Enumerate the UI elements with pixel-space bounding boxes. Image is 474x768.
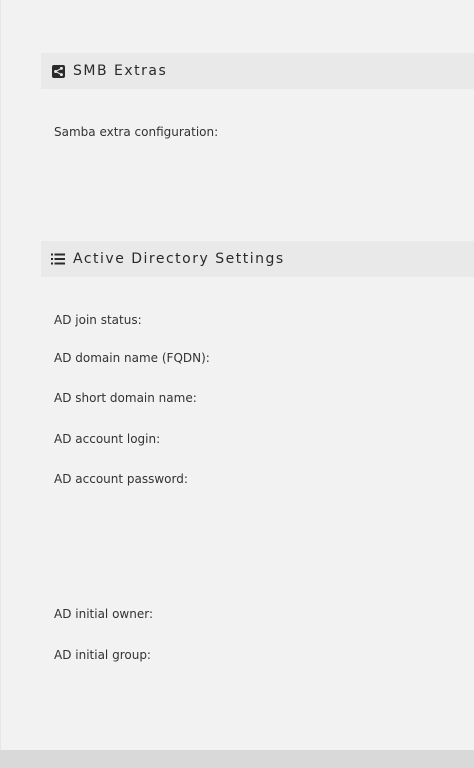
smb-extras-title: SMB Extras xyxy=(73,63,168,79)
ad-settings-title: Active Directory Settings xyxy=(73,251,285,267)
ad-account-password-label: AD account password: xyxy=(54,472,188,486)
ad-initial-owner-label: AD initial owner: xyxy=(54,607,153,621)
share-icon xyxy=(51,64,65,78)
ad-settings-header: Active Directory Settings xyxy=(41,241,474,277)
list-icon xyxy=(51,252,65,266)
ad-join-status-label: AD join status: xyxy=(54,313,142,327)
ad-short-domain-label: AD short domain name: xyxy=(54,391,197,405)
ad-initial-group-label: AD initial group: xyxy=(54,648,151,662)
settings-page: SMB Extras Samba extra configuration: Ac… xyxy=(0,0,474,768)
smb-extras-header: SMB Extras xyxy=(41,53,474,89)
samba-extra-config-label: Samba extra configuration: xyxy=(54,125,219,139)
ad-account-login-label: AD account login: xyxy=(54,432,161,446)
ad-domain-name-label: AD domain name (FQDN): xyxy=(54,351,210,365)
footer-bar xyxy=(0,750,474,768)
